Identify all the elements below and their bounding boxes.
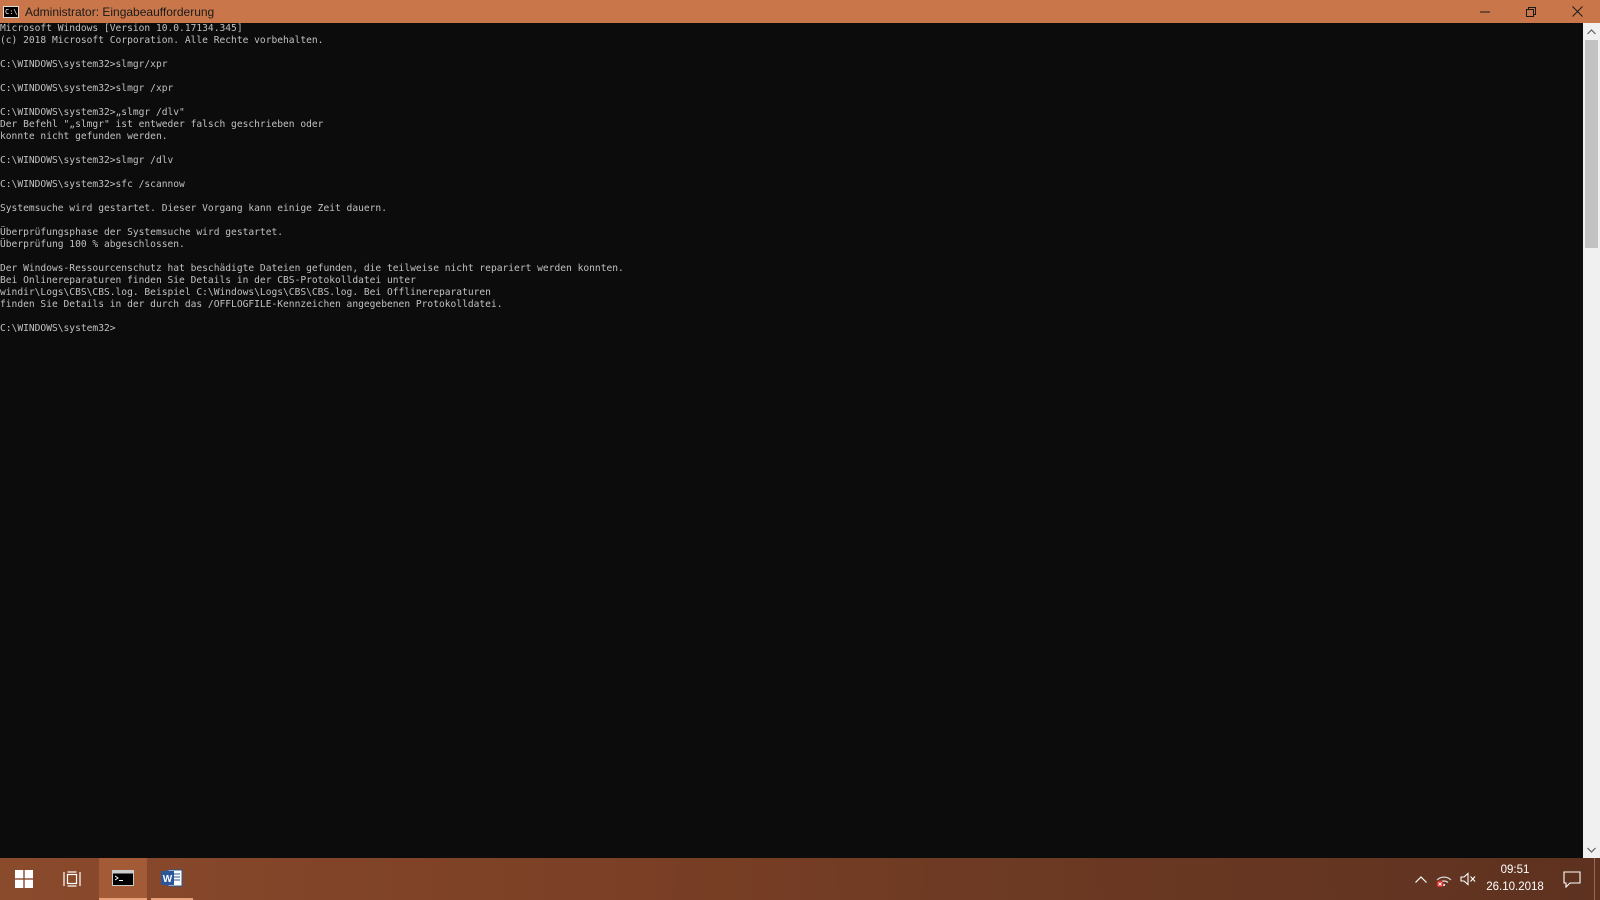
restore-icon xyxy=(1526,6,1536,17)
show-desktop-button[interactable] xyxy=(1594,858,1600,900)
minimize-icon xyxy=(1480,11,1490,12)
console-line: C:\WINDOWS\system32>„slmgr /dlv" xyxy=(0,107,185,118)
svg-text:W: W xyxy=(163,874,173,885)
chevron-up-icon xyxy=(1415,875,1427,883)
console-line: konnte nicht gefunden werden. xyxy=(0,131,168,142)
console-output[interactable]: Microsoft Windows [Version 10.0.17134.34… xyxy=(0,23,1582,858)
clock-date: 26.10.2018 xyxy=(1486,881,1544,893)
cmd-icon xyxy=(112,870,134,886)
console-line: Bei Onlinereparaturen finden Sie Details… xyxy=(0,275,416,286)
vertical-scrollbar[interactable] xyxy=(1583,23,1600,858)
word-icon: W xyxy=(161,869,183,887)
close-icon xyxy=(1571,6,1583,17)
title-bar[interactable]: C:\ Administrator: Eingabeaufforderung xyxy=(0,0,1600,23)
console-line: C:\WINDOWS\system32> xyxy=(0,323,116,334)
volume-button[interactable] xyxy=(1456,858,1480,900)
action-center-button[interactable] xyxy=(1552,858,1592,900)
taskbar-cmd-button[interactable] xyxy=(99,858,147,900)
console-line: Microsoft Windows [Version 10.0.17134.34… xyxy=(0,23,243,34)
console-line: (c) 2018 Microsoft Corporation. Alle Rec… xyxy=(0,35,324,46)
scroll-up-button[interactable] xyxy=(1583,23,1600,40)
task-view-button[interactable] xyxy=(48,858,96,900)
close-button[interactable] xyxy=(1554,0,1600,23)
window-controls xyxy=(1462,0,1600,23)
network-status-button[interactable] xyxy=(1432,858,1456,900)
console-line: C:\WINDOWS\system32>slmgr /xpr xyxy=(0,83,174,94)
cmd-window: C:\ Administrator: Eingabeaufforderung M… xyxy=(0,0,1600,858)
minimize-button[interactable] xyxy=(1462,0,1508,23)
window-title: Administrator: Eingabeaufforderung xyxy=(25,4,215,19)
scroll-down-button[interactable] xyxy=(1583,841,1600,858)
console-line: C:\WINDOWS\system32>sfc /scannow xyxy=(0,179,185,190)
console-line: Der Windows-Ressourcenschutz hat beschäd… xyxy=(0,263,624,274)
task-view-icon xyxy=(63,871,81,887)
console-line: finden Sie Details in der durch das /OFF… xyxy=(0,299,503,310)
taskbar: W 09:51 26.10.2018 xyxy=(0,858,1600,900)
clock[interactable]: 09:51 26.10.2018 xyxy=(1482,858,1548,900)
chevron-up-icon xyxy=(1587,28,1596,34)
volume-muted-icon xyxy=(1460,872,1476,886)
start-button[interactable] xyxy=(0,858,48,900)
console-line: Der Befehl "„slmgr" ist entweder falsch … xyxy=(0,119,324,130)
cmd-app-icon: C:\ xyxy=(3,5,19,18)
console-line: C:\WINDOWS\system32>slmgr /dlv xyxy=(0,155,174,166)
console-line: Überprüfungsphase der Systemsuche wird g… xyxy=(0,227,284,238)
restore-button[interactable] xyxy=(1508,0,1554,23)
wifi-disconnected-icon xyxy=(1436,876,1452,887)
console-line: windir\Logs\CBS\CBS.log. Beispiel C:\Win… xyxy=(0,287,491,298)
show-hidden-icons-button[interactable] xyxy=(1410,858,1432,900)
chevron-down-icon xyxy=(1587,847,1596,853)
notification-icon xyxy=(1563,870,1581,888)
console-line: C:\WINDOWS\system32>slmgr/xpr xyxy=(0,59,168,70)
scroll-thumb[interactable] xyxy=(1585,40,1598,248)
clock-time: 09:51 xyxy=(1500,864,1530,876)
taskbar-word-button[interactable]: W xyxy=(151,858,193,900)
console-line: Überprüfung 100 % abgeschlossen. xyxy=(0,239,185,250)
console-line: Systemsuche wird gestartet. Dieser Vorga… xyxy=(0,203,387,214)
windows-logo-icon xyxy=(15,870,33,888)
